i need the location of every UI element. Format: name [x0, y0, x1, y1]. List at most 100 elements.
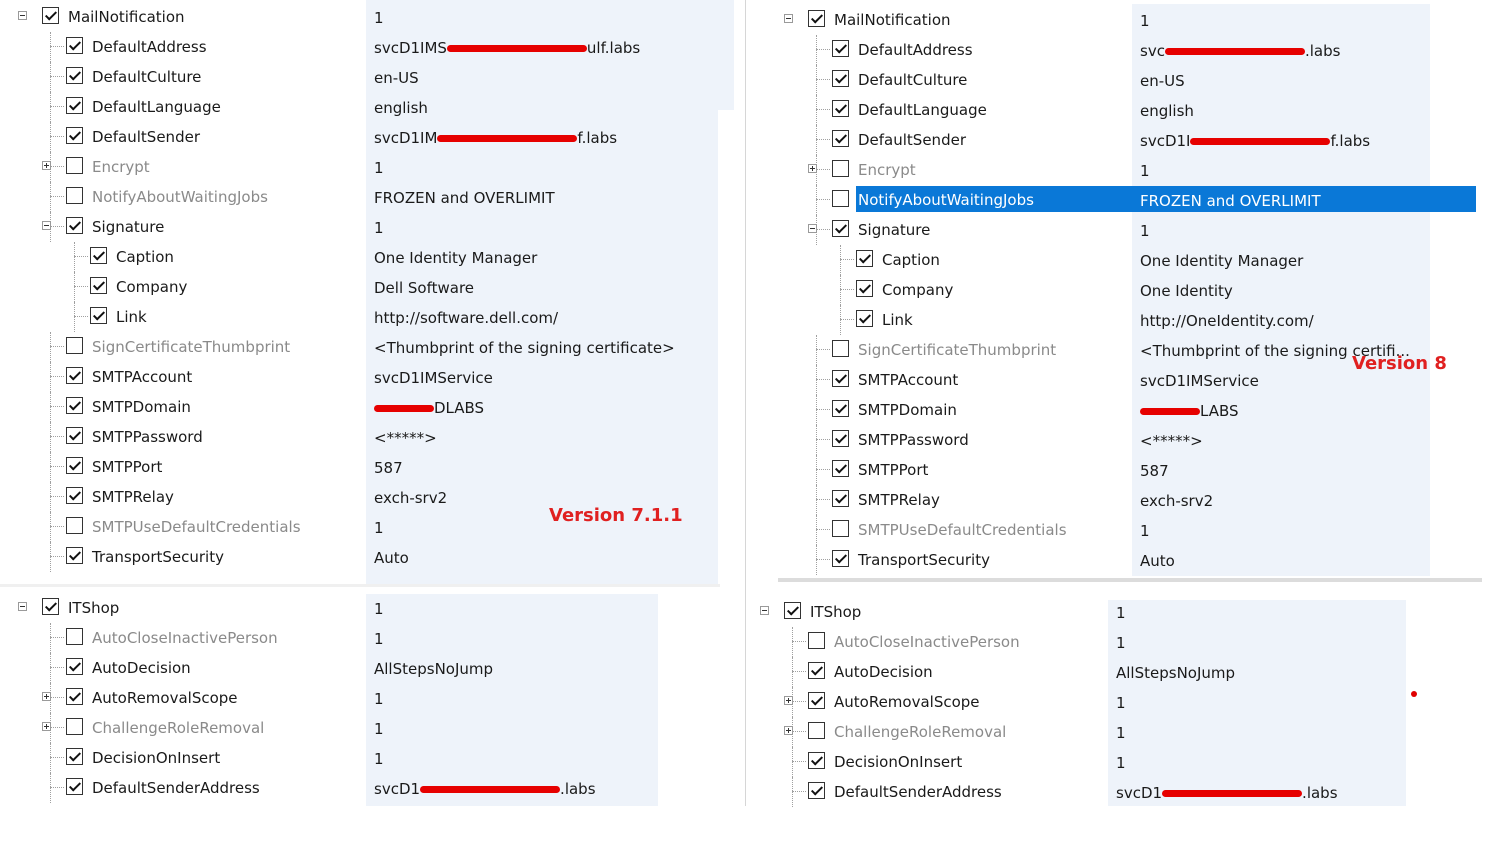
expand-plus-icon[interactable] — [784, 726, 793, 735]
setting-value[interactable]: LABS — [1140, 401, 1239, 421]
tree-row-autoremovalscope[interactable]: AutoRemovalScope 1 — [0, 683, 740, 713]
checkbox[interactable] — [856, 250, 873, 267]
tree-row-defaultsenderaddress[interactable]: DefaultSenderAddress svcD1 .labs — [742, 777, 1467, 807]
setting-value[interactable]: FROZEN and OVERLIMIT — [374, 188, 555, 208]
checkbox[interactable] — [808, 782, 825, 799]
setting-value[interactable]: en-US — [374, 68, 419, 88]
setting-value[interactable]: svcD1IMS ulf.labs — [374, 38, 640, 58]
setting-value[interactable]: 1 — [1116, 753, 1126, 773]
checkbox[interactable] — [66, 517, 83, 534]
tree-row-link[interactable]: Link http://software.dell.com/ — [0, 302, 740, 332]
setting-value[interactable]: english — [374, 98, 428, 118]
tree-row-signature[interactable]: Signature 1 — [766, 215, 1491, 245]
tree-row-smtpdomain[interactable]: SMTPDomain LABS — [766, 395, 1491, 425]
tree-row-itshop[interactable]: ITShop 1 — [0, 593, 740, 623]
tree-row-company[interactable]: Company Dell Software — [0, 272, 740, 302]
checkbox[interactable] — [832, 160, 849, 177]
setting-value[interactable]: <Thumbprint of the signing certificate> — [374, 338, 675, 358]
tree-row-smtpdomain[interactable]: SMTPDomain DLABS — [0, 392, 740, 422]
tree-row-smtpusedefaultcredentials[interactable]: SMTPUseDefaultCredentials 1 — [766, 515, 1491, 545]
tree-row-autodecision[interactable]: AutoDecision AllStepsNoJump — [742, 657, 1467, 687]
setting-value[interactable]: 1 — [374, 599, 384, 619]
setting-value[interactable]: 1 — [374, 218, 384, 238]
tree-row-notifyaboutwaitingjobs[interactable]: NotifyAboutWaitingJobs FROZEN and OVERLIM… — [766, 185, 1491, 215]
checkbox[interactable] — [832, 400, 849, 417]
setting-value[interactable]: 1 — [374, 629, 384, 649]
setting-value[interactable]: http://OneIdentity.com/ — [1140, 311, 1314, 331]
checkbox[interactable] — [66, 397, 83, 414]
setting-value[interactable]: DLABS — [374, 398, 484, 418]
expand-plus-icon[interactable] — [42, 722, 51, 731]
checkbox[interactable] — [832, 130, 849, 147]
collapse-minus-icon[interactable] — [760, 606, 769, 615]
expand-plus-icon[interactable] — [808, 164, 817, 173]
setting-value[interactable]: AllStepsNoJump — [1116, 663, 1235, 683]
tree-row-link[interactable]: Link http://OneIdentity.com/ — [766, 305, 1491, 335]
checkbox[interactable] — [66, 127, 83, 144]
setting-value[interactable]: <*****> — [1140, 431, 1203, 451]
checkbox[interactable] — [42, 598, 59, 615]
setting-value[interactable]: svc .labs — [1140, 41, 1340, 61]
checkbox[interactable] — [66, 718, 83, 735]
checkbox[interactable] — [66, 337, 83, 354]
tree-row-defaultlanguage[interactable]: DefaultLanguage english — [766, 95, 1491, 125]
tree-row-encrypt[interactable]: Encrypt 1 — [0, 152, 740, 182]
checkbox[interactable] — [66, 658, 83, 675]
tree-row-defaultaddress[interactable]: DefaultAddress svc .labs — [766, 35, 1491, 65]
checkbox[interactable] — [832, 40, 849, 57]
setting-value[interactable]: 587 — [1140, 461, 1169, 481]
checkbox[interactable] — [856, 280, 873, 297]
setting-value[interactable]: 1 — [1116, 633, 1126, 653]
tree-row-transportsecurity[interactable]: TransportSecurity Auto — [0, 542, 740, 572]
checkbox[interactable] — [90, 277, 107, 294]
tree-row-challengeroleremoval[interactable]: ChallengeRoleRemoval 1 — [0, 713, 740, 743]
setting-value[interactable]: svcD1IMService — [374, 368, 493, 388]
checkbox[interactable] — [832, 460, 849, 477]
checkbox[interactable] — [832, 520, 849, 537]
setting-value[interactable]: AllStepsNoJump — [374, 659, 493, 679]
expand-plus-icon[interactable] — [784, 696, 793, 705]
tree-row-signature[interactable]: Signature 1 — [0, 212, 740, 242]
setting-value[interactable]: 1 — [374, 689, 384, 709]
checkbox[interactable] — [832, 220, 849, 237]
setting-value[interactable]: 1 — [374, 518, 384, 538]
setting-value[interactable]: 1 — [1140, 521, 1150, 541]
tree-row-smtppassword[interactable]: SMTPPassword <*****> — [0, 422, 740, 452]
setting-value[interactable]: exch-srv2 — [374, 488, 447, 508]
tree-row-smtpport[interactable]: SMTPPort 587 — [0, 452, 740, 482]
tree-row-caption[interactable]: Caption One Identity Manager — [766, 245, 1491, 275]
tree-row-autocloseinactiveperson[interactable]: AutoCloseInactivePerson 1 — [0, 623, 740, 653]
checkbox[interactable] — [90, 307, 107, 324]
checkbox[interactable] — [808, 632, 825, 649]
tree-row-smtpaccount[interactable]: SMTPAccount svcD1IMService — [0, 362, 740, 392]
checkbox[interactable] — [66, 67, 83, 84]
tree-row-itshop[interactable]: ITShop 1 — [742, 597, 1467, 627]
tree-row-defaultlanguage[interactable]: DefaultLanguage english — [0, 92, 740, 122]
tree-row-defaultaddress[interactable]: DefaultAddress svcD1IMS ulf.labs — [0, 32, 740, 62]
tree-row-autoremovalscope[interactable]: AutoRemovalScope 1 — [742, 687, 1467, 717]
checkbox[interactable] — [808, 662, 825, 679]
collapse-minus-icon[interactable] — [18, 11, 27, 20]
setting-value[interactable]: en-US — [1140, 71, 1185, 91]
checkbox[interactable] — [784, 602, 801, 619]
checkbox[interactable] — [832, 430, 849, 447]
setting-value[interactable]: One Identity Manager — [1140, 251, 1303, 271]
checkbox[interactable] — [66, 157, 83, 174]
tree-row-defaultculture[interactable]: DefaultCulture en-US — [766, 65, 1491, 95]
tree-row-mailnotification[interactable]: MailNotification 1 — [0, 2, 740, 32]
checkbox[interactable] — [66, 748, 83, 765]
tree-row-decisiononinsert[interactable]: DecisionOnInsert 1 — [0, 743, 740, 773]
setting-value[interactable]: svcD1 .labs — [1116, 783, 1338, 803]
setting-value[interactable]: 1 — [374, 8, 384, 28]
checkbox[interactable] — [66, 628, 83, 645]
tree-row-company[interactable]: Company One Identity — [766, 275, 1491, 305]
tree-row-caption[interactable]: Caption One Identity Manager — [0, 242, 740, 272]
tree-row-smtprelay[interactable]: SMTPRelay exch-srv2 — [766, 485, 1491, 515]
setting-value[interactable]: svcD1IMService — [1140, 371, 1259, 391]
setting-value[interactable]: 587 — [374, 458, 403, 478]
setting-value[interactable]: Dell Software — [374, 278, 474, 298]
checkbox[interactable] — [66, 547, 83, 564]
checkbox[interactable] — [66, 187, 83, 204]
setting-value[interactable]: svcD1I f.labs — [1140, 131, 1370, 151]
checkbox[interactable] — [856, 310, 873, 327]
